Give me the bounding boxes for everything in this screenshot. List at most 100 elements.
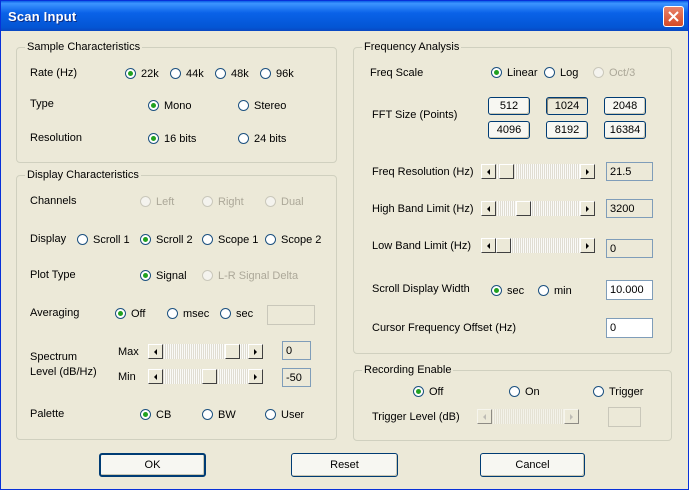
freq-resolution-slider[interactable] — [481, 164, 595, 179]
resolution-16bit-radio[interactable]: 16 bits — [148, 132, 196, 145]
freq-resolution-label: Freq Resolution (Hz) — [372, 166, 474, 178]
rate-96k-radio[interactable]: 96k — [260, 67, 294, 80]
spectrum-label: Spectrum — [30, 351, 78, 363]
slider-right-arrow-icon[interactable] — [580, 201, 595, 216]
recording-trigger-label: Trigger — [609, 385, 644, 398]
spectrum-max-slider[interactable] — [148, 344, 263, 359]
averaging-sec-label: sec — [236, 307, 254, 320]
slider-right-arrow-icon[interactable] — [580, 164, 595, 179]
slider-thumb[interactable] — [499, 164, 514, 179]
fft-2048-button[interactable]: 2048 — [604, 97, 646, 115]
rate-22k-label: 22k — [141, 67, 159, 80]
cursor-offset-input[interactable]: 0 — [606, 318, 653, 338]
low-band-field[interactable]: 0 — [606, 239, 653, 258]
fft-1024-button[interactable]: 1024 — [546, 97, 588, 115]
freq-oct3-radio[interactable]: Oct/3 — [593, 66, 635, 79]
type-stereo-label: Stereo — [254, 99, 287, 112]
palette-user-radio[interactable]: User — [265, 408, 304, 421]
slider-thumb[interactable] — [516, 201, 531, 216]
type-mono-label: Mono — [164, 99, 192, 112]
cancel-button[interactable]: Cancel — [480, 453, 585, 477]
slider-left-arrow-icon[interactable] — [481, 164, 496, 179]
averaging-sec-radio[interactable]: sec — [220, 307, 253, 320]
spectrum-min-field[interactable]: -50 — [282, 368, 311, 387]
freq-linear-radio[interactable]: Linear — [491, 66, 538, 79]
rate-44k-radio[interactable]: 44k — [170, 67, 204, 80]
display-scroll2-radio[interactable]: Scroll 2 — [140, 233, 193, 246]
slider-left-arrow-icon[interactable] — [481, 201, 496, 216]
palette-bw-label: BW — [218, 408, 236, 421]
recording-trigger-radio[interactable]: Trigger — [593, 385, 643, 398]
display-scope1-radio[interactable]: Scope 1 — [202, 233, 258, 246]
palette-bw-radio[interactable]: BW — [202, 408, 236, 421]
palette-cb-radio[interactable]: CB — [140, 408, 171, 421]
trigger-level-slider[interactable] — [477, 409, 579, 424]
window-title: Scan Input — [8, 9, 77, 24]
channel-right-label: Right — [218, 195, 244, 208]
plot-lr-delta-radio[interactable]: L-R Signal Delta — [202, 269, 298, 282]
rate-48k-radio[interactable]: 48k — [215, 67, 249, 80]
freq-linear-label: Linear — [507, 66, 538, 79]
plot-type-label: Plot Type — [30, 269, 76, 281]
type-stereo-radio[interactable]: Stereo — [238, 99, 286, 112]
averaging-off-radio[interactable]: Off — [115, 307, 145, 320]
recording-off-label: Off — [429, 385, 444, 398]
channel-left-radio[interactable]: Left — [140, 195, 174, 208]
fft-16384-button[interactable]: 16384 — [604, 121, 646, 139]
rate-96k-label: 96k — [276, 67, 294, 80]
scroll-min-label: min — [554, 284, 572, 297]
channel-right-radio[interactable]: Right — [202, 195, 244, 208]
title-bar[interactable]: Scan Input — [1, 1, 688, 31]
slider-left-arrow-icon[interactable] — [148, 344, 163, 359]
averaging-value-field[interactable] — [267, 305, 315, 325]
slider-right-arrow-icon[interactable] — [248, 344, 263, 359]
close-button[interactable] — [663, 6, 684, 27]
fft-8192-button[interactable]: 8192 — [546, 121, 588, 139]
display-scope2-label: Scope 2 — [281, 233, 322, 246]
slider-right-arrow-icon[interactable] — [564, 409, 579, 424]
freq-log-radio[interactable]: Log — [544, 66, 578, 79]
scroll-min-radio[interactable]: min — [538, 284, 572, 297]
fft-4096-button[interactable]: 4096 — [488, 121, 530, 139]
rate-22k-radio[interactable]: 22k — [125, 67, 159, 80]
plot-signal-label: Signal — [156, 269, 187, 282]
slider-right-arrow-icon[interactable] — [248, 369, 263, 384]
recording-off-radio[interactable]: Off — [413, 385, 443, 398]
slider-left-arrow-icon[interactable] — [148, 369, 163, 384]
reset-button[interactable]: Reset — [291, 453, 398, 477]
spectrum-max-field[interactable]: 0 — [282, 341, 311, 360]
averaging-label: Averaging — [30, 307, 80, 319]
display-scroll1-radio[interactable]: Scroll 1 — [77, 233, 130, 246]
low-band-slider[interactable] — [481, 238, 595, 253]
display-mode-label: Display — [30, 233, 67, 245]
ok-button[interactable]: OK — [99, 453, 206, 477]
resolution-24bit-radio[interactable]: 24 bits — [238, 132, 286, 145]
slider-left-arrow-icon[interactable] — [477, 409, 492, 424]
slider-thumb[interactable] — [496, 238, 511, 253]
type-mono-radio[interactable]: Mono — [148, 99, 192, 112]
scroll-sec-radio[interactable]: sec — [491, 284, 524, 297]
slider-thumb[interactable] — [225, 344, 240, 359]
scroll-width-input[interactable]: 10.000 — [606, 280, 653, 300]
recording-on-radio[interactable]: On — [509, 385, 540, 398]
slider-thumb[interactable] — [202, 369, 217, 384]
recording-enable-group: Recording Enable — [353, 364, 672, 441]
resolution-16bit-label: 16 bits — [164, 132, 197, 145]
spectrum-min-slider[interactable] — [148, 369, 263, 384]
channel-dual-radio[interactable]: Dual — [265, 195, 304, 208]
display-scope2-radio[interactable]: Scope 2 — [265, 233, 321, 246]
slider-left-arrow-icon[interactable] — [481, 238, 496, 253]
plot-signal-radio[interactable]: Signal — [140, 269, 187, 282]
resolution-24bit-label: 24 bits — [254, 132, 287, 145]
rate-44k-label: 44k — [186, 67, 204, 80]
fft-512-button[interactable]: 512 — [488, 97, 530, 115]
display-scope1-label: Scope 1 — [218, 233, 259, 246]
slider-right-arrow-icon[interactable] — [580, 238, 595, 253]
high-band-field[interactable]: 3200 — [606, 199, 653, 218]
high-band-slider[interactable] — [481, 201, 595, 216]
freq-resolution-field[interactable]: 21.5 — [606, 162, 653, 181]
fft-size-label: FFT Size (Points) — [372, 109, 458, 121]
averaging-off-label: Off — [131, 307, 146, 320]
averaging-msec-radio[interactable]: msec — [167, 307, 209, 320]
trigger-level-field[interactable] — [608, 407, 641, 427]
